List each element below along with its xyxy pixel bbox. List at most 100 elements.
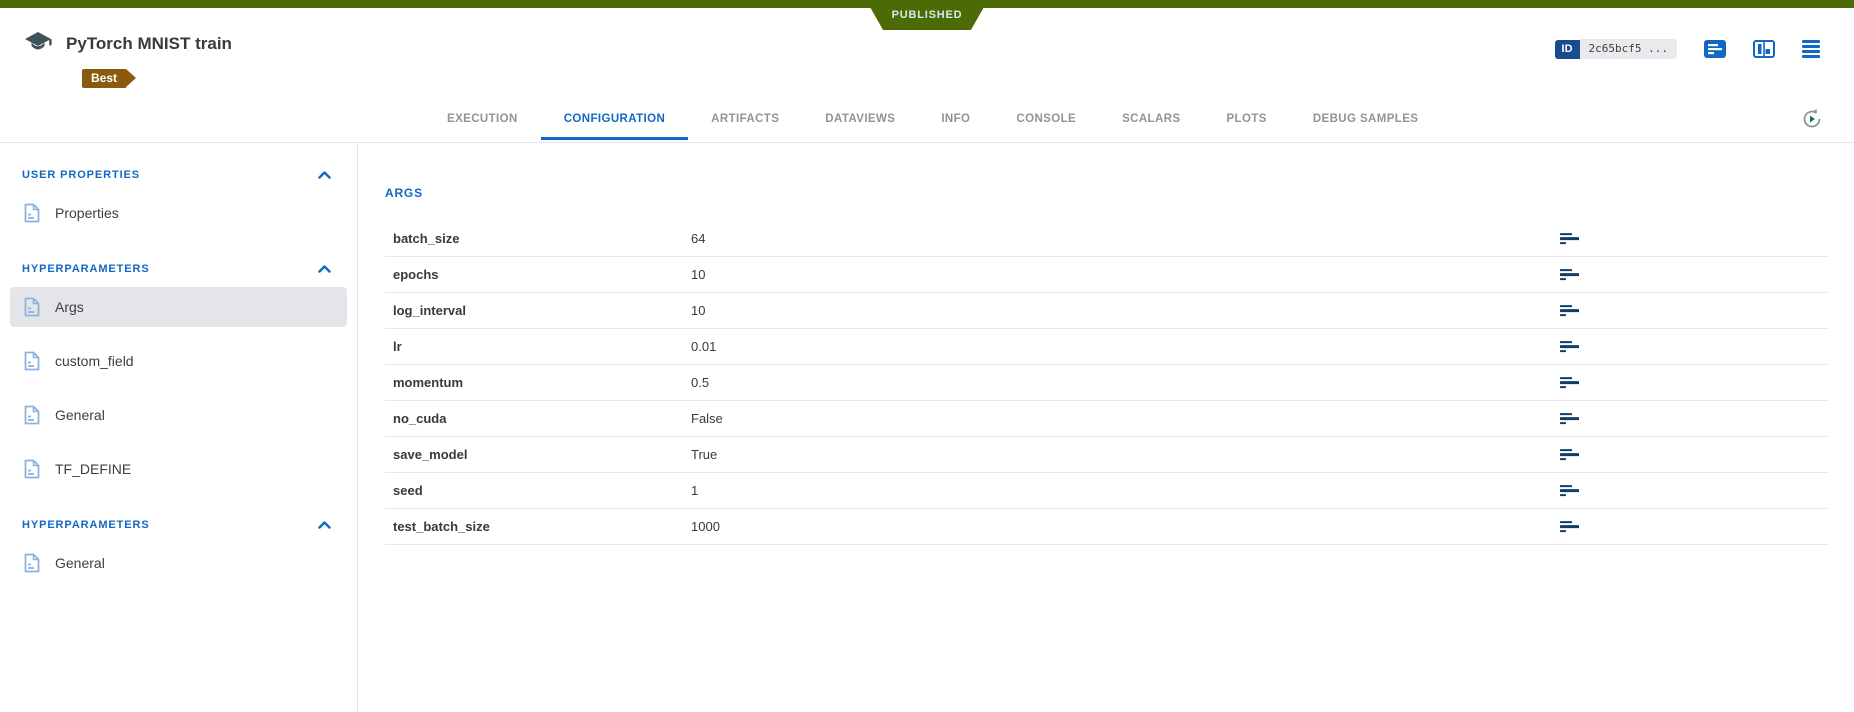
document-icon: [24, 553, 40, 573]
tab-label: SCALARS: [1122, 113, 1180, 125]
status-ribbon: PUBLISHED: [866, 0, 988, 30]
document-icon: [24, 297, 40, 317]
sidebar-item-label: TF_DEFINE: [55, 461, 131, 477]
tab-bar: EXECUTION CONFIGURATION ARTIFACTS DATAVI…: [424, 100, 1441, 140]
notes-icon[interactable]: [1560, 269, 1579, 281]
param-key: lr: [393, 339, 691, 354]
param-row: batch_size 64: [385, 221, 1828, 257]
param-value: 64: [691, 231, 705, 246]
sidebar-section: USER PROPERTIES: [0, 153, 357, 233]
notes-icon[interactable]: [1560, 413, 1579, 425]
sidebar-item-label: Args: [55, 299, 84, 315]
param-key: no_cuda: [393, 411, 691, 426]
notes-icon[interactable]: [1560, 521, 1579, 533]
param-value: 1000: [691, 519, 720, 534]
tab[interactable]: ARTIFACTS: [688, 100, 802, 140]
params-section-title: ARGS: [385, 186, 1828, 200]
tab-label: INFO: [941, 113, 970, 125]
details-icon[interactable]: [1704, 40, 1726, 58]
tab-label: ARTIFACTS: [711, 113, 779, 125]
param-key: seed: [393, 483, 691, 498]
sidebar-item[interactable]: General: [10, 395, 347, 435]
notes-icon[interactable]: [1560, 485, 1579, 497]
sidebar-section-items: General: [0, 543, 357, 583]
sidebar-section-header[interactable]: HYPERPARAMETERS: [0, 503, 357, 543]
auto-refresh-icon[interactable]: [1800, 107, 1824, 131]
param-key: epochs: [393, 267, 691, 282]
tab[interactable]: DATAVIEWS: [802, 100, 918, 140]
id-label: ID: [1555, 40, 1580, 59]
param-key: save_model: [393, 447, 691, 462]
tab[interactable]: DEBUG SAMPLES: [1290, 100, 1442, 140]
tab[interactable]: INFO: [918, 100, 993, 140]
tab-label: PLOTS: [1226, 113, 1266, 125]
sidebar-item[interactable]: Args: [10, 287, 347, 327]
notes-icon[interactable]: [1560, 449, 1579, 461]
param-row: seed 1: [385, 473, 1828, 509]
sidebar-item-label: General: [55, 555, 105, 571]
chevron-up-icon[interactable]: [318, 171, 331, 179]
param-key: batch_size: [393, 231, 691, 246]
sidebar-item-label: custom_field: [55, 353, 134, 369]
sidebar-item[interactable]: Properties: [10, 193, 347, 233]
experiment-title: PyTorch MNIST train: [66, 34, 232, 54]
sidebar-item[interactable]: custom_field: [10, 341, 347, 381]
sidebar-section-items: Args custom_field: [0, 287, 357, 489]
param-value: True: [691, 447, 717, 462]
sidebar-section-title: HYPERPARAMETERS: [22, 263, 150, 275]
sidebar-section-title: HYPERPARAMETERS: [22, 519, 150, 531]
tab[interactable]: CONSOLE: [993, 100, 1099, 140]
tab-label: EXECUTION: [447, 113, 518, 125]
tab-label: DATAVIEWS: [825, 113, 895, 125]
document-icon: [24, 405, 40, 425]
tab-label: DEBUG SAMPLES: [1313, 113, 1419, 125]
sidebar-item[interactable]: TF_DEFINE: [10, 449, 347, 489]
sidebar-item-label: Properties: [55, 205, 119, 221]
notes-icon[interactable]: [1560, 377, 1579, 389]
status-ribbon-label: PUBLISHED: [892, 9, 963, 22]
id-value[interactable]: 2c65bcf5 ...: [1580, 39, 1677, 59]
param-row: epochs 10: [385, 257, 1828, 293]
tab-label: CONSOLE: [1016, 113, 1076, 125]
param-row: lr 0.01: [385, 329, 1828, 365]
tab[interactable]: PLOTS: [1203, 100, 1289, 140]
param-value: 10: [691, 303, 705, 318]
experiment-id-chip[interactable]: ID 2c65bcf5 ...: [1555, 39, 1677, 59]
sidebar-section-title: USER PROPERTIES: [22, 169, 140, 181]
param-value: 1: [691, 483, 698, 498]
menu-icon[interactable]: [1802, 40, 1820, 58]
params-table: batch_size 64 epochs 10 log_interval 10: [385, 221, 1828, 545]
sidebar-section: HYPERPARAMETERS: [0, 503, 357, 583]
sidebar-section-header[interactable]: HYPERPARAMETERS: [0, 247, 357, 287]
chevron-up-icon[interactable]: [318, 521, 331, 529]
param-row: log_interval 10: [385, 293, 1828, 329]
tab[interactable]: CONFIGURATION: [541, 100, 688, 140]
document-icon: [24, 459, 40, 479]
tab[interactable]: EXECUTION: [424, 100, 541, 140]
document-icon: [24, 351, 40, 371]
side-panel-icon[interactable]: [1753, 40, 1775, 58]
param-row: test_batch_size 1000: [385, 509, 1828, 545]
sidebar-section: HYPERPARAMETERS: [0, 247, 357, 489]
chevron-up-icon[interactable]: [318, 265, 331, 273]
param-row: momentum 0.5: [385, 365, 1828, 401]
sidebar-section-header[interactable]: USER PROPERTIES: [0, 153, 357, 193]
param-value: 0.01: [691, 339, 716, 354]
param-value: 0.5: [691, 375, 709, 390]
header-divider: [0, 142, 1854, 143]
param-key: log_interval: [393, 303, 691, 318]
sidebar-section-items: Properties: [0, 193, 357, 233]
sidebar-item[interactable]: General: [10, 543, 347, 583]
status-tag-badge[interactable]: Best: [82, 69, 126, 88]
tab-label: CONFIGURATION: [564, 113, 665, 125]
document-icon: [24, 203, 40, 223]
notes-icon[interactable]: [1560, 233, 1579, 245]
tab[interactable]: SCALARS: [1099, 100, 1203, 140]
notes-icon[interactable]: [1560, 305, 1579, 317]
param-value: 10: [691, 267, 705, 282]
param-key: momentum: [393, 375, 691, 390]
param-value: False: [691, 411, 723, 426]
param-row: save_model True: [385, 437, 1828, 473]
notes-icon[interactable]: [1560, 341, 1579, 353]
param-row: no_cuda False: [385, 401, 1828, 437]
